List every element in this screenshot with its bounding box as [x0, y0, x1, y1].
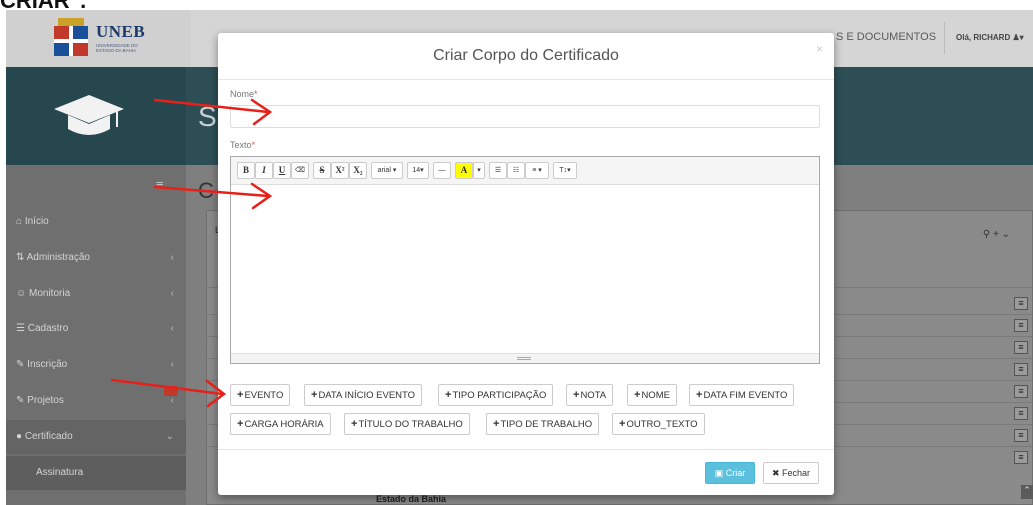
arrow-to-tags — [110, 378, 227, 408]
annotation-arrows — [110, 98, 273, 408]
arrow-to-nome — [153, 98, 273, 126]
arrow-to-texto — [153, 182, 273, 210]
